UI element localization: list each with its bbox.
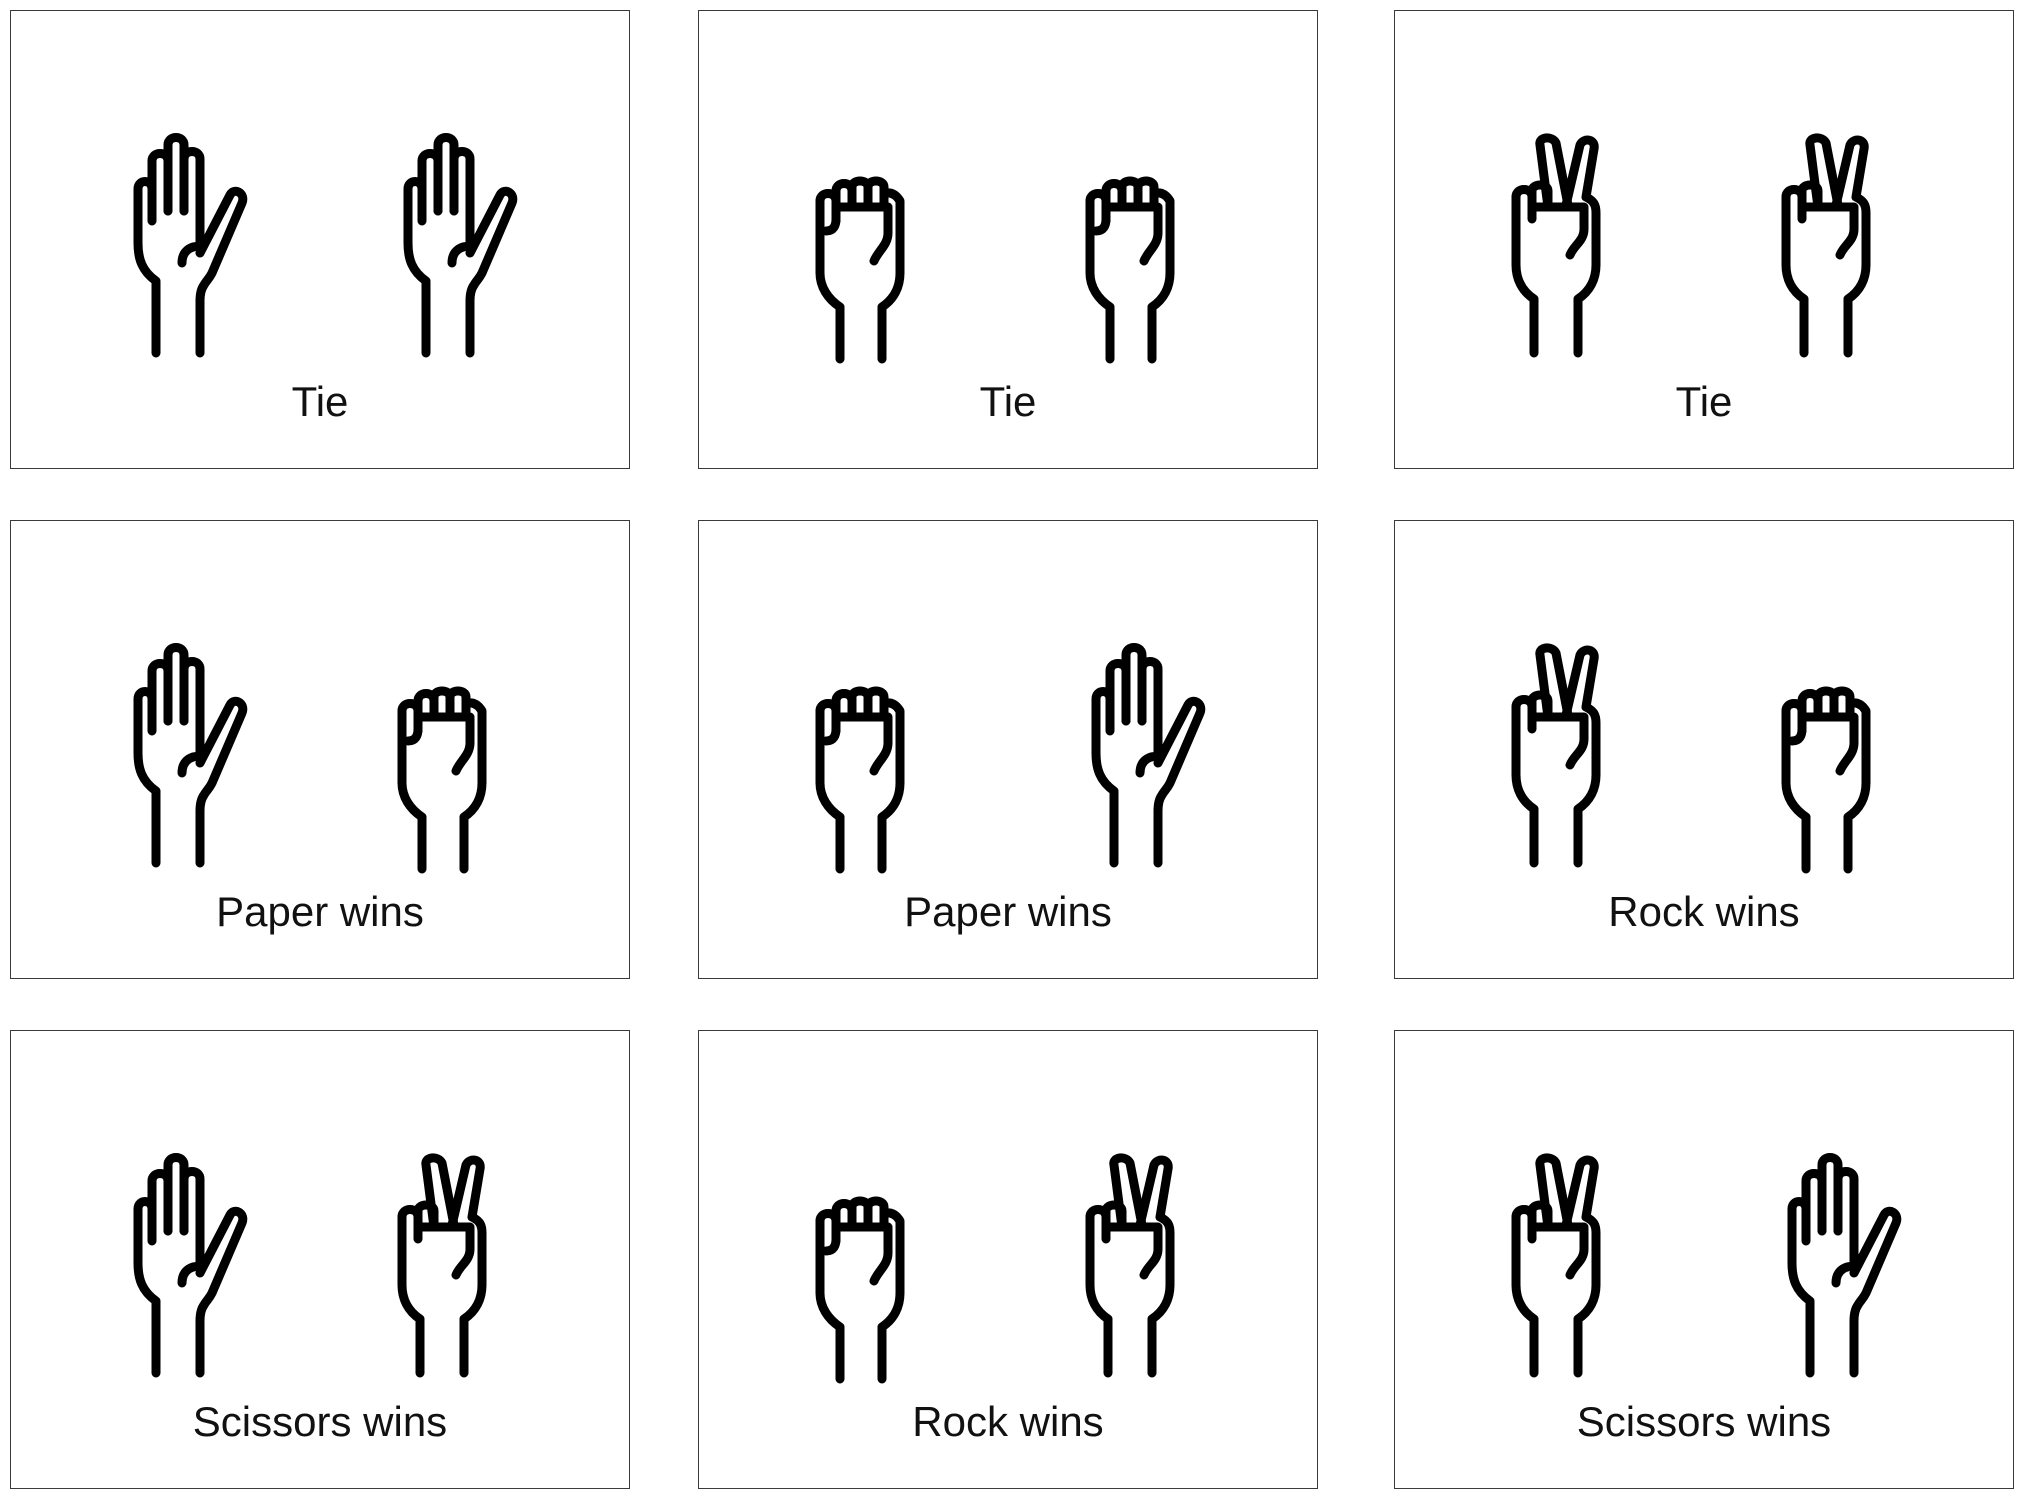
right-hand-rock-icon (1781, 686, 1871, 874)
right-hand-rock-icon (397, 686, 487, 874)
outcome-card: Rock wins (1394, 520, 2014, 979)
outcome-card: Paper wins (10, 520, 630, 979)
right-hand-rock-icon (1085, 176, 1175, 364)
right-hand-paper-icon (1787, 1153, 1902, 1378)
result-label: Rock wins (1608, 888, 1800, 935)
result-label: Paper wins (216, 888, 424, 935)
outcome-card: Rock wins (698, 1030, 1318, 1489)
outcome-card: Tie (1394, 10, 2014, 469)
left-hand-rock-icon (815, 176, 905, 364)
left-hand-scissors-icon (1511, 1153, 1601, 1378)
outcome-card: Tie (698, 10, 1318, 469)
result-label: Tie (979, 378, 1037, 425)
result-label: Paper wins (904, 888, 1112, 935)
result-label: Tie (1675, 378, 1733, 425)
result-label: Rock wins (912, 1398, 1104, 1445)
result-label: Scissors wins (192, 1398, 448, 1445)
left-hand-paper-icon (133, 133, 248, 358)
left-hand-paper-icon (133, 1153, 248, 1378)
right-hand-scissors-icon (1781, 133, 1871, 358)
result-label: Tie (291, 378, 349, 425)
outcome-card: Paper wins (698, 520, 1318, 979)
right-hand-scissors-icon (1085, 1153, 1175, 1378)
right-hand-paper-icon (403, 133, 518, 358)
left-hand-rock-icon (815, 686, 905, 874)
outcome-card: Scissors wins (10, 1030, 630, 1489)
right-hand-scissors-icon (397, 1153, 487, 1378)
result-label: Scissors wins (1576, 1398, 1832, 1445)
outcome-grid: Tie Tie Tie Paper wins Paper wins Rock wins Sc… (0, 0, 2026, 1502)
right-hand-paper-icon (1091, 643, 1206, 868)
outcome-card: Scissors wins (1394, 1030, 2014, 1489)
left-hand-paper-icon (133, 643, 248, 868)
left-hand-rock-icon (815, 1196, 905, 1384)
left-hand-scissors-icon (1511, 643, 1601, 868)
outcome-card: Tie (10, 10, 630, 469)
left-hand-scissors-icon (1511, 133, 1601, 358)
